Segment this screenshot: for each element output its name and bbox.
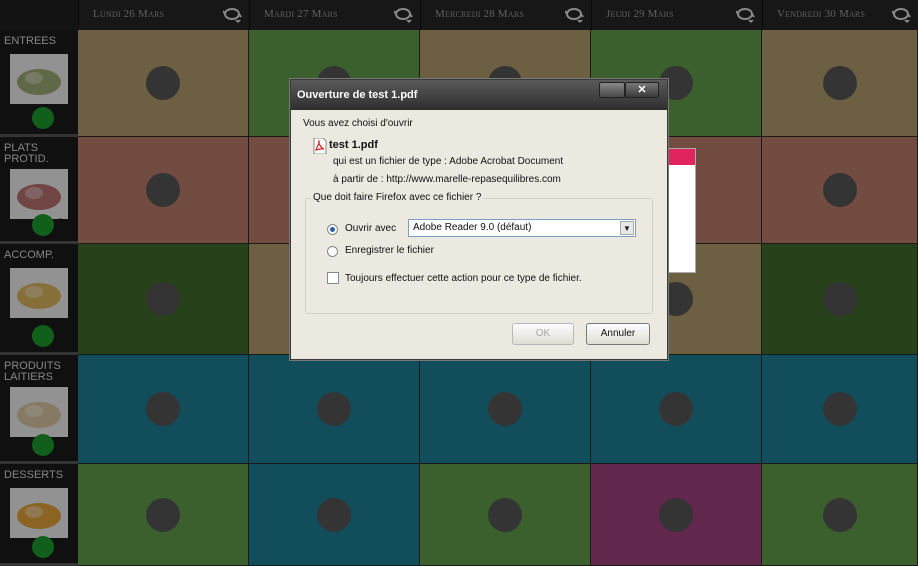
meal-slot-dot[interactable] — [317, 392, 351, 426]
application-select[interactable]: Adobe Reader 9.0 (défaut) ▼ — [408, 219, 636, 237]
always-action-label[interactable]: Toujours effectuer cette action pour ce … — [345, 273, 582, 284]
meal-slot-dot[interactable] — [822, 66, 857, 100]
meal-slot-dot[interactable] — [146, 282, 180, 316]
dialog-intro: Vous avez choisi d'ouvrir — [303, 118, 413, 129]
day-header: Lundi 26 Mars — [78, 0, 249, 30]
category-1: Plats protid. 1 — [0, 137, 78, 244]
meal-cell[interactable] — [591, 464, 762, 566]
meal-cell[interactable] — [78, 137, 249, 244]
meal-slot-dot[interactable] — [488, 497, 522, 532]
meal-slot-dot[interactable] — [822, 497, 857, 532]
meat-image — [10, 169, 68, 219]
meal-cell[interactable] — [78, 464, 249, 566]
potatoes-image — [10, 268, 68, 318]
meal-slot-dot[interactable] — [659, 497, 693, 532]
chevron-down-icon[interactable]: ▼ — [620, 221, 634, 235]
background-popup-header — [665, 149, 695, 165]
ok-button[interactable]: OK — [512, 323, 574, 345]
meal-slot-dot[interactable] — [146, 66, 180, 100]
open-file-dialog: Ouverture de test 1.pdf ✕ Vous avez choi… — [290, 79, 668, 360]
salad-image — [10, 54, 68, 104]
dialog-titlebar: Ouverture de test 1.pdf ✕ — [291, 80, 667, 110]
day-label: Lundi 26 Mars — [93, 8, 165, 20]
swap-arrows-icon[interactable] — [736, 6, 756, 24]
open-with-label[interactable]: Ouvrir avec — [345, 223, 396, 234]
fruit-image — [10, 488, 68, 538]
day-header: Mercredi 28 Mars — [420, 0, 591, 30]
meal-cell[interactable] — [762, 244, 918, 355]
meal-cell[interactable] — [249, 464, 420, 566]
meal-cell[interactable] — [762, 464, 918, 566]
meal-cell[interactable] — [762, 355, 918, 464]
dialog-title: Ouverture de test 1.pdf — [297, 89, 418, 101]
category-count: 3 — [54, 107, 67, 132]
action-question: Que doit faire Firefox avec ce fichier ? — [311, 192, 484, 203]
day-label: Mercredi 28 Mars — [435, 8, 525, 20]
meal-cell[interactable] — [591, 355, 762, 464]
category-4: Desserts 3 — [0, 464, 78, 566]
background-popup — [664, 148, 696, 273]
meal-cell[interactable] — [249, 355, 420, 464]
meal-cell[interactable] — [762, 137, 918, 244]
meal-slot-dot[interactable] — [317, 497, 351, 532]
action-group — [305, 198, 653, 314]
category-label: Accomp. — [4, 249, 54, 261]
category-count: 2 — [54, 325, 67, 350]
header-corner — [0, 0, 78, 30]
count-dot — [32, 214, 54, 236]
category-label: Plats protid. — [4, 142, 49, 165]
swap-arrows-icon[interactable] — [892, 6, 912, 24]
category-label: Produits laitiers — [4, 360, 61, 383]
cancel-button[interactable]: Annuler — [586, 323, 650, 345]
meal-cell[interactable] — [78, 355, 249, 464]
meal-slot-dot[interactable] — [822, 173, 857, 207]
meal-slot-dot[interactable] — [488, 392, 522, 426]
meal-cell[interactable] — [420, 355, 591, 464]
category-0: Entrees 3 — [0, 30, 78, 137]
save-file-radio[interactable] — [327, 246, 338, 257]
category-label: Entrees — [4, 35, 56, 47]
count-dot — [32, 434, 54, 456]
meal-cell[interactable] — [420, 464, 591, 566]
category-count: 1 — [54, 214, 67, 239]
meal-cell[interactable] — [762, 30, 918, 137]
open-with-radio[interactable] — [327, 224, 338, 235]
meal-slot-dot[interactable] — [822, 282, 857, 316]
swap-arrows-icon[interactable] — [223, 6, 243, 24]
meal-slot-dot[interactable] — [659, 392, 693, 426]
category-3: Produits laitiers 4 — [0, 355, 78, 464]
save-file-label[interactable]: Enregistrer le fichier — [345, 245, 434, 256]
meal-cell[interactable] — [78, 30, 249, 137]
day-header: Jeudi 29 Mars — [591, 0, 762, 30]
category-2: Accomp. 2 — [0, 244, 78, 355]
meal-slot-dot[interactable] — [146, 497, 180, 532]
day-label: Jeudi 29 Mars — [606, 8, 674, 20]
category-label: Desserts — [4, 469, 64, 481]
day-label: Vendredi 30 Mars — [777, 8, 866, 20]
count-dot — [32, 107, 54, 129]
file-source-line: à partir de : http://www.marelle-repaseq… — [333, 174, 561, 185]
day-header: Mardi 27 Mars — [249, 0, 420, 30]
swap-arrows-icon[interactable] — [565, 6, 585, 24]
file-type-line: qui est un fichier de type : Adobe Acrob… — [333, 156, 564, 167]
count-dot — [32, 325, 54, 347]
meal-slot-dot[interactable] — [822, 392, 857, 426]
close-button[interactable]: ✕ — [625, 82, 659, 98]
always-action-checkbox[interactable] — [327, 272, 339, 284]
swap-arrows-icon[interactable] — [394, 6, 414, 24]
meal-slot-dot[interactable] — [146, 392, 180, 426]
category-count: 4 — [54, 434, 67, 459]
titlebar-blank-button — [599, 82, 625, 98]
pdf-file-icon — [313, 138, 327, 154]
category-count: 3 — [54, 536, 67, 561]
count-dot — [32, 536, 54, 558]
day-header: Vendredi 30 Mars — [762, 0, 918, 30]
day-label: Mardi 27 Mars — [264, 8, 338, 20]
cheese-image — [10, 387, 68, 437]
meal-cell[interactable] — [78, 244, 249, 355]
file-name: test 1.pdf — [329, 139, 378, 151]
close-icon: ✕ — [637, 84, 647, 96]
meal-slot-dot[interactable] — [146, 173, 180, 207]
application-select-value: Adobe Reader 9.0 (défaut) — [413, 222, 532, 233]
